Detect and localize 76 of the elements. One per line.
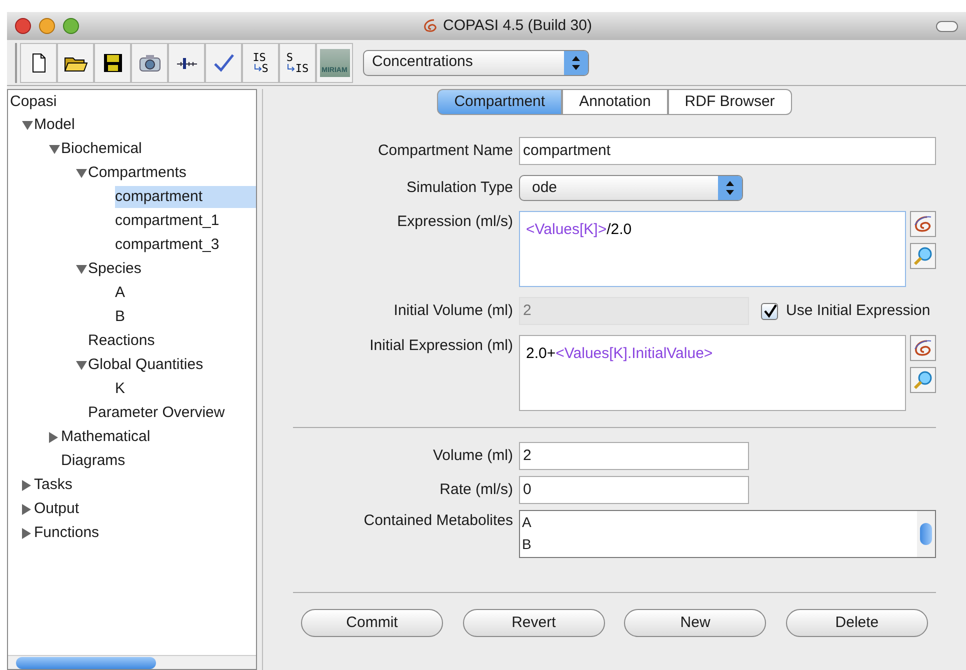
tree-item[interactable]: Model (34, 114, 256, 136)
field-label: Volume (ml) (432, 446, 514, 466)
checkbox-label: Use Initial Expression (786, 300, 930, 321)
field-label: Contained Metabolites (362, 511, 514, 531)
tree-item[interactable]: B (115, 306, 256, 328)
expression-field[interactable]: 2.0+<Values[K].InitialValue> (519, 335, 906, 411)
action-button[interactable]: New (624, 609, 766, 637)
camera-icon (138, 54, 160, 72)
tree-item[interactable]: Mathematical (61, 426, 256, 448)
toolbar-button[interactable] (57, 42, 94, 82)
stepper-icon (564, 50, 588, 74)
tree-item[interactable]: Output (34, 498, 256, 520)
expanded-arrow-icon[interactable] (49, 144, 61, 154)
field-label: Initial Volume (ml) (392, 300, 514, 321)
tab[interactable]: Compartment (437, 89, 562, 115)
action-button[interactable]: Delete (786, 609, 928, 637)
minimize-window-button[interactable] (39, 18, 55, 34)
field-label: Rate (ml/s) (438, 480, 514, 500)
slider-icon (176, 56, 198, 70)
horizontal-scrollbar[interactable] (8, 655, 256, 669)
toolbar-toggle-button[interactable] (936, 20, 958, 32)
search-button[interactable] (910, 243, 936, 269)
tree-item[interactable]: Reactions (88, 330, 256, 352)
tab[interactable]: Annotation (562, 89, 668, 115)
field-label: Compartment Name (376, 140, 514, 161)
toolbar-button[interactable]: IS S (242, 42, 279, 82)
check-icon (212, 52, 234, 72)
text-field[interactable]: 0 (519, 476, 749, 504)
toolbar-button[interactable]: S IS (279, 42, 316, 82)
expression-text: <Values[K]>/2.0 (526, 221, 632, 238)
copasi-logo-button[interactable] (910, 211, 936, 237)
tree-item[interactable]: Parameter Overview (88, 402, 256, 424)
unit-select[interactable]: Concentrations (363, 50, 589, 76)
tree-item[interactable]: compartment (115, 186, 256, 208)
checkbox[interactable] (761, 302, 778, 320)
action-button[interactable]: Commit (301, 609, 443, 637)
tree-item[interactable]: Tasks (34, 474, 256, 496)
tree-item[interactable]: Compartments (88, 162, 256, 184)
vertical-scrollbar[interactable] (917, 511, 935, 557)
action-button[interactable]: Revert (462, 609, 605, 637)
list-item[interactable]: A (522, 511, 917, 533)
list-item[interactable]: B (522, 533, 917, 555)
expanded-arrow-icon[interactable] (76, 360, 88, 370)
toolbar-button[interactable] (168, 42, 205, 82)
close-window-button[interactable] (15, 18, 31, 34)
toolbar-button[interactable] (94, 42, 131, 82)
tab[interactable]: RDF Browser (668, 89, 792, 115)
copasi-logo-button[interactable] (910, 335, 936, 361)
expanded-arrow-icon[interactable] (76, 168, 88, 178)
tree-item[interactable]: Functions (34, 522, 256, 544)
tree-item[interactable]: Diagrams (61, 450, 256, 472)
window-title: COPASI 4.5 (Build 30) (443, 16, 592, 36)
new-document-icon (30, 52, 46, 72)
field-label: Expression (ml/s) (396, 212, 514, 232)
text-field[interactable]: compartment (519, 137, 936, 165)
expression-text: 2.0+<Values[K].InitialValue> (526, 345, 713, 362)
simulation-type-select[interactable]: ode (519, 175, 743, 201)
text-field[interactable]: 2 (519, 442, 749, 470)
zoom-window-button[interactable] (63, 18, 79, 34)
field-label: Initial Expression (ml) (368, 336, 514, 356)
field-label: Simulation Type (406, 178, 514, 198)
tree-item[interactable]: compartment_1 (115, 210, 256, 232)
expanded-arrow-icon[interactable] (76, 264, 88, 274)
stepper-icon (718, 176, 742, 200)
tree-item[interactable]: Copasi (10, 90, 57, 114)
tree-item[interactable]: A (115, 282, 256, 304)
tree-item[interactable]: compartment_3 (115, 234, 256, 256)
tree-item[interactable]: K (115, 378, 256, 400)
tree-item[interactable]: Biochemical (61, 138, 256, 160)
search-button[interactable] (910, 367, 936, 393)
expanded-arrow-icon[interactable] (22, 120, 34, 130)
toolbar-button[interactable] (20, 42, 57, 82)
tree-item[interactable]: Species (88, 258, 256, 280)
app-logo-icon (423, 19, 440, 33)
tree-item[interactable]: Global Quantities (88, 354, 256, 376)
expression-field[interactable]: <Values[K]>/2.0 (519, 211, 906, 287)
